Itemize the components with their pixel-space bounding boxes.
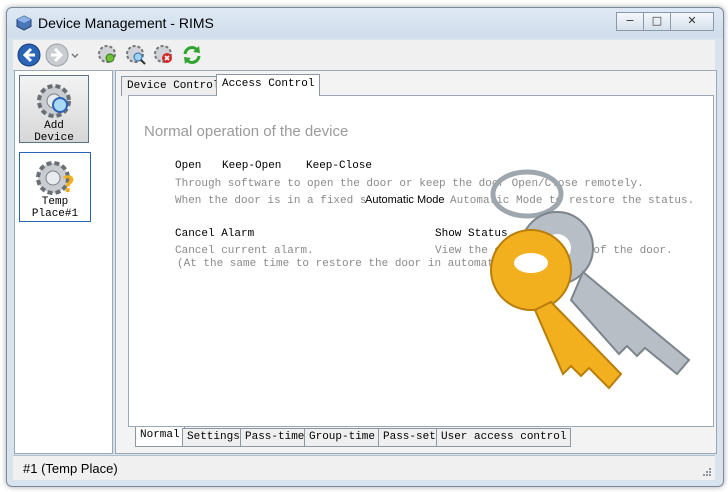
- app-window: Device Management - RIMS − □ ✕ Add Devic…: [6, 7, 724, 487]
- forward-arrow-icon[interactable]: [45, 43, 69, 67]
- back-arrow-icon[interactable]: [17, 43, 41, 67]
- keep-close-button[interactable]: Keep-Close: [306, 160, 372, 172]
- chevron-down-icon[interactable]: [70, 43, 80, 67]
- device-item-temp-place[interactable]: ? Temp Place#1: [19, 152, 91, 222]
- status-text: #1 (Temp Place): [23, 461, 118, 476]
- gear-search-icon: [37, 84, 71, 118]
- close-button[interactable]: ✕: [670, 12, 714, 31]
- maximize-button[interactable]: □: [643, 12, 671, 31]
- status-bar: #1 (Temp Place): [13, 455, 715, 480]
- device-label-1: Temp: [41, 196, 69, 208]
- device-view-icon[interactable]: [124, 43, 148, 67]
- minimize-button[interactable]: −: [616, 12, 644, 31]
- refresh-icon[interactable]: [180, 43, 204, 67]
- add-device-label-1: Add: [44, 120, 64, 132]
- resize-grip-icon[interactable]: [700, 465, 712, 477]
- device-delete-icon[interactable]: [152, 43, 176, 67]
- add-device-label-2: Device: [34, 132, 74, 144]
- section-heading: Normal operation of the device: [144, 123, 349, 140]
- window-title: Device Management - RIMS: [38, 15, 214, 31]
- bottom-tab-user-access-control[interactable]: User access control: [436, 428, 572, 447]
- keep-open-button[interactable]: Keep-Open: [222, 160, 281, 172]
- bottom-tab-pass-set[interactable]: Pass-set: [378, 428, 441, 447]
- bottom-tab-normal[interactable]: Normal: [135, 427, 185, 447]
- device-search-icon[interactable]: [96, 43, 120, 67]
- content-panel: Normal operation of the device Open Keep…: [128, 95, 714, 427]
- title-bar[interactable]: Device Management - RIMS − □ ✕: [7, 8, 723, 38]
- device-list-pane: Add Device ? Temp Place#1: [14, 70, 113, 454]
- cancel-alarm-description: Cancel current alarm.: [175, 245, 314, 257]
- svg-text:?: ?: [62, 173, 75, 198]
- tab-device-control[interactable]: Device Control: [121, 76, 226, 96]
- control-pane: Device Control Access Control Normal ope…: [115, 70, 717, 454]
- device-label-2: Place#1: [31, 208, 79, 220]
- bottom-tab-settings[interactable]: Settings: [182, 428, 245, 447]
- app-cube-icon: [16, 15, 32, 31]
- open-button[interactable]: Open: [175, 160, 201, 172]
- fixed-state-description: When the door is in a fixed sta: [175, 195, 380, 207]
- gear-question-icon: ?: [36, 161, 75, 198]
- keys-illustration: [490, 169, 691, 390]
- bottom-tab-group-time[interactable]: Group-time: [304, 428, 381, 447]
- bottom-tab-pass-time[interactable]: Pass-time: [240, 428, 310, 447]
- cancel-alarm-button[interactable]: Cancel Alarm: [175, 228, 254, 240]
- tab-access-control[interactable]: Access Control: [216, 74, 321, 96]
- toolbar: [13, 40, 715, 71]
- automatic-mode-button[interactable]: Automatic Mode: [365, 194, 445, 206]
- add-device-button[interactable]: Add Device: [19, 75, 89, 144]
